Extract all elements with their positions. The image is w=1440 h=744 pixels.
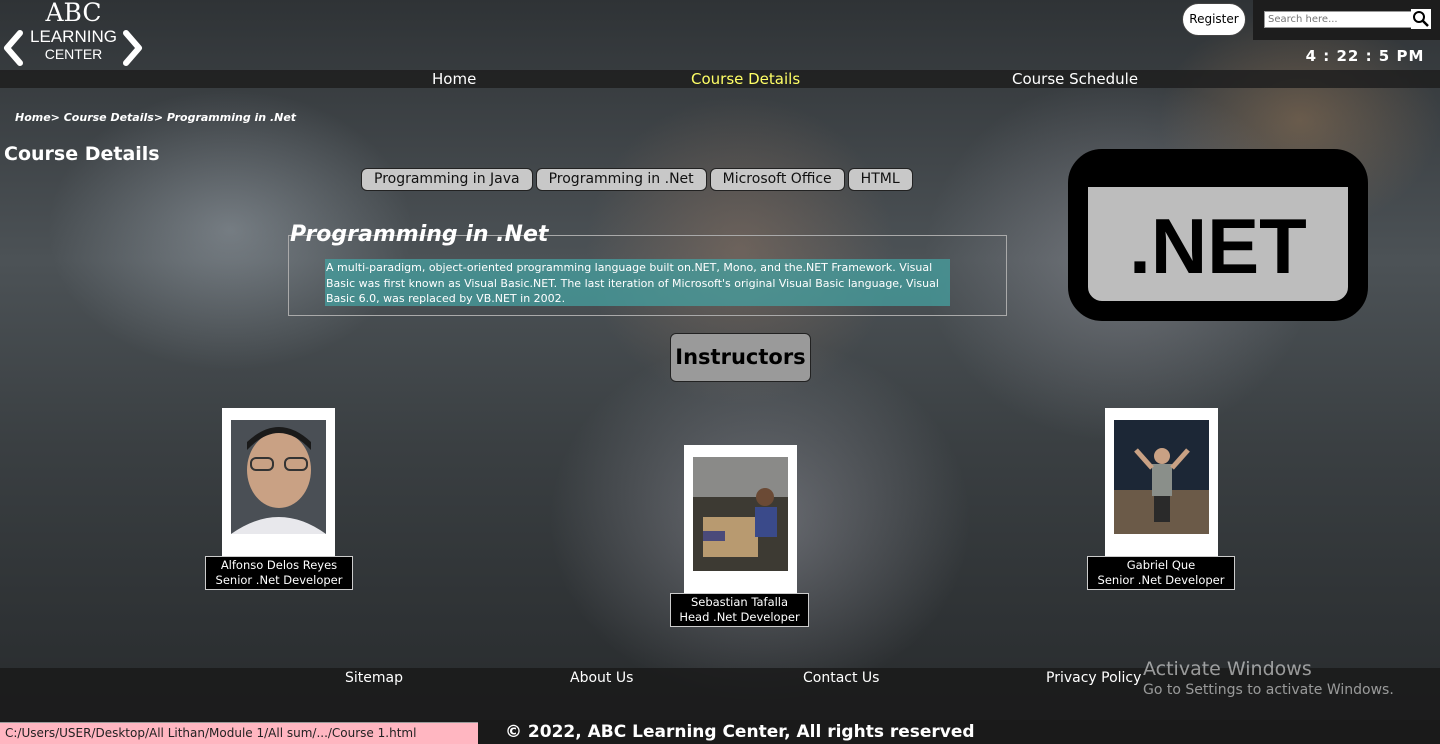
clock: 4 : 22 : 5 PM: [1305, 47, 1425, 65]
register-button[interactable]: Register: [1182, 3, 1246, 36]
course-heading: Programming in .Net: [290, 222, 549, 247]
activate-title: Activate Windows: [1143, 658, 1312, 680]
instructor-name: Sebastian Tafalla: [690, 595, 789, 609]
tab-html[interactable]: HTML: [847, 168, 913, 191]
activate-subtitle: Go to Settings to activate Windows.: [1143, 682, 1394, 698]
nav-home[interactable]: Home: [432, 70, 476, 88]
instructor-photo: [231, 420, 326, 534]
dotnet-logo: .NET: [1068, 149, 1368, 321]
instructor-photo: [693, 457, 788, 571]
footer-sitemap-link[interactable]: Sitemap: [345, 670, 403, 686]
footer-privacy-link[interactable]: Privacy Policy: [1046, 670, 1141, 686]
instructor-name-tag: Gabriel Que Senior .Net Developer: [1087, 556, 1235, 590]
search-icon[interactable]: [1411, 9, 1431, 29]
instructor-card: [222, 408, 335, 560]
logo-line-3: CENTER: [44, 46, 103, 62]
instructor-name: Alfonso Delos Reyes: [220, 558, 338, 572]
main-navbar: Home Course Details Course Schedule: [0, 70, 1440, 88]
instructor-card: [1105, 408, 1218, 560]
search-bar: [1253, 0, 1440, 40]
windows-activation-watermark: Activate Windows Go to Settings to activ…: [1143, 658, 1394, 698]
browser-status-url: C:/Users/USER/Desktop/All Lithan/Module …: [0, 722, 478, 744]
instructor-role: Senior .Net Developer: [215, 573, 343, 587]
logo-line-2: LEARNING: [30, 27, 117, 46]
breadcrumb[interactable]: Home> Course Details> Programming in .Ne…: [15, 111, 296, 124]
instructor-role: Head .Net Developer: [679, 610, 800, 624]
logo-text: ABC LEARNING CENTER: [26, 0, 121, 61]
tab-dotnet[interactable]: Programming in .Net: [535, 168, 707, 191]
instructor-name-tag: Alfonso Delos Reyes Senior .Net Develope…: [205, 556, 353, 590]
tab-ms-office[interactable]: Microsoft Office: [709, 168, 845, 191]
course-tabs: Programming in Java Programming in .Net …: [361, 168, 913, 191]
course-description: A multi-paradigm, object-oriented progra…: [325, 259, 950, 306]
dotnet-logo-text: .NET: [1129, 202, 1307, 290]
chevron-right-icon[interactable]: [122, 30, 144, 66]
instructors-button[interactable]: Instructors: [670, 333, 811, 382]
instructor-photo: [1114, 420, 1209, 534]
instructor-card: [684, 445, 797, 597]
search-input[interactable]: [1264, 11, 1412, 28]
logo-line-1: ABC: [45, 0, 102, 27]
copyright-text: © 2022, ABC Learning Center, All rights …: [505, 722, 975, 742]
instructor-name-tag: Sebastian Tafalla Head .Net Developer: [670, 593, 809, 627]
footer-contact-link[interactable]: Contact Us: [803, 670, 879, 686]
page-title: Course Details: [4, 143, 160, 165]
instructor-name: Gabriel Que: [1126, 558, 1196, 572]
footer-about-link[interactable]: About Us: [570, 670, 633, 686]
nav-course-schedule[interactable]: Course Schedule: [1012, 70, 1138, 88]
tab-java[interactable]: Programming in Java: [361, 168, 533, 191]
site-logo[interactable]: ABC LEARNING CENTER: [0, 0, 150, 70]
instructor-role: Senior .Net Developer: [1097, 573, 1225, 587]
chevron-left-icon[interactable]: [2, 30, 24, 66]
nav-course-details[interactable]: Course Details: [691, 70, 800, 88]
